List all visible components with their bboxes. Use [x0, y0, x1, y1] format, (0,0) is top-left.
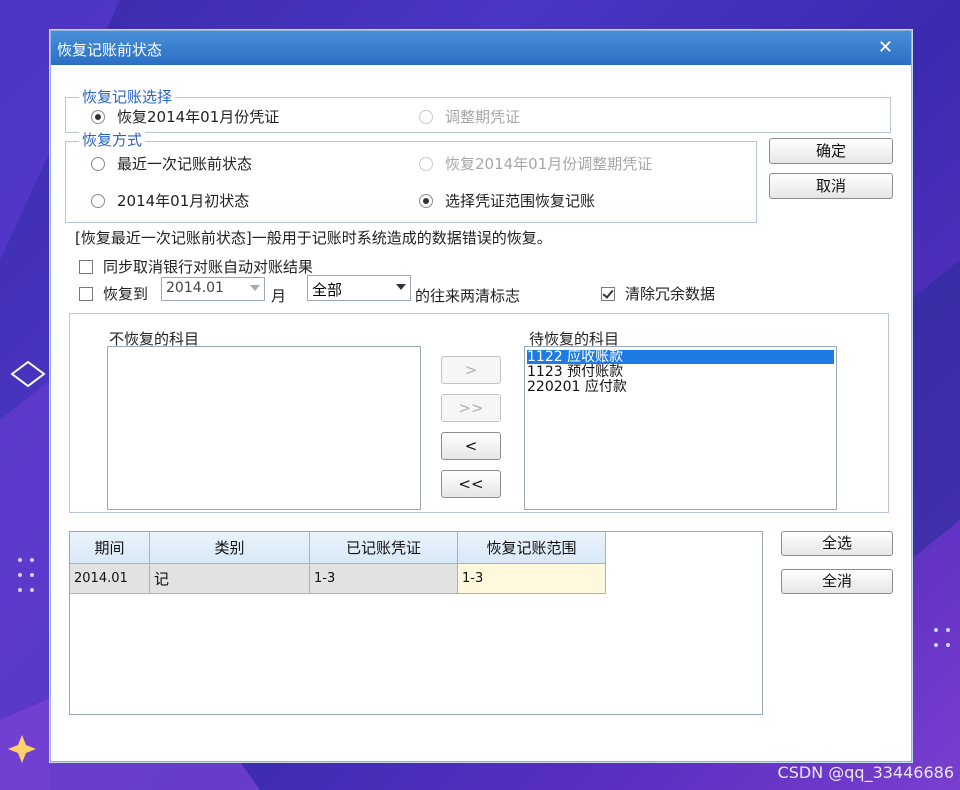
restore-hint-text: [恢复最近一次记账前状态]一般用于记账时系统造成的数据错误的恢复。	[75, 229, 552, 247]
table-cell[interactable]: 1-3	[310, 564, 458, 594]
radio-restore-month-label: 恢复2014年01月份凭证	[117, 108, 280, 126]
list-item[interactable]: 220201 应付款	[527, 380, 627, 394]
move-left-button[interactable]: <	[441, 432, 501, 460]
restore-to-period-combo[interactable]: 2014.01	[161, 277, 265, 301]
list-item[interactable]: 1123 预付账款	[527, 365, 623, 379]
dialog-title: 恢复记账前状态	[57, 41, 163, 59]
radio-restore-adjust-label: 恢复2014年01月份调整期凭证	[445, 155, 653, 173]
radio-adjust-period[interactable]	[419, 110, 433, 124]
radio-last-before[interactable]	[91, 157, 105, 171]
radio-select-range-label: 选择凭证范围恢复记账	[445, 192, 596, 210]
radio-month-begin-label: 2014年01月初状态	[117, 192, 250, 210]
table-cell[interactable]: 记	[150, 564, 310, 594]
voucher-range-table: 期间 类别 已记账凭证 恢复记账范围 2014.01 记 1-3 1-3	[69, 531, 763, 715]
table-cell[interactable]: 2014.01	[70, 564, 150, 594]
table-header-period: 期间	[70, 532, 150, 564]
select-all-button[interactable]: 全选	[781, 531, 893, 556]
table-cell[interactable]: 1-3	[458, 564, 606, 594]
chevron-down-icon	[396, 284, 406, 290]
restore-mode-group	[65, 141, 757, 223]
radio-adjust-period-label: 调整期凭证	[445, 108, 521, 126]
restore-selection-legend: 恢复记账选择	[79, 89, 176, 105]
scope-combo[interactable]: 全部	[307, 275, 411, 301]
clear-flag-label: 的往来两清标志	[415, 287, 521, 305]
radio-month-begin[interactable]	[91, 194, 105, 208]
scope-value: 全部	[312, 281, 343, 299]
title-bar: 恢复记账前状态 ✕	[51, 31, 911, 65]
close-icon[interactable]: ✕	[878, 37, 893, 58]
restore-mode-legend: 恢复方式	[79, 132, 146, 148]
list-item[interactable]: 1122 应收账款	[527, 350, 834, 364]
month-label: 月	[271, 287, 287, 305]
restore-dialog: 恢复记账前状态 ✕ 恢复记账选择 恢复2014年01月份凭证 调整期凭证 恢复方…	[50, 30, 912, 762]
radio-select-range[interactable]	[419, 194, 433, 208]
chevron-down-icon	[250, 285, 260, 291]
move-all-left-button[interactable]: <<	[441, 470, 501, 498]
move-all-right-button[interactable]: >>	[441, 394, 501, 422]
radio-last-before-label: 最近一次记账前状态	[117, 155, 253, 173]
sync-cancel-bank-checkbox[interactable]	[79, 260, 93, 274]
sync-cancel-bank-label: 同步取消银行对账自动对账结果	[103, 258, 314, 276]
table-header-range: 恢复记账范围	[458, 532, 606, 564]
remove-redundant-label: 清除冗余数据	[625, 285, 716, 303]
cancel-button[interactable]: 取消	[769, 173, 893, 199]
radio-restore-adjust[interactable]	[419, 157, 433, 171]
ok-button[interactable]: 确定	[769, 138, 893, 164]
clear-all-button[interactable]: 全消	[781, 569, 893, 594]
non-restore-accounts-list[interactable]	[107, 346, 421, 510]
pending-accounts-list[interactable]: 1122 应收账款 1123 预付账款 220201 应付款	[524, 346, 837, 510]
table-header-category: 类别	[150, 532, 310, 564]
radio-restore-month[interactable]	[91, 110, 105, 124]
move-right-button[interactable]: >	[441, 356, 501, 384]
watermark: CSDN @qq_33446686	[777, 763, 954, 782]
restore-to-label: 恢复到	[103, 285, 149, 303]
remove-redundant-checkbox[interactable]	[601, 287, 615, 301]
table-header-posted: 已记账凭证	[310, 532, 458, 564]
restore-to-checkbox[interactable]	[79, 287, 93, 301]
restore-to-period-value: 2014.01	[166, 280, 224, 296]
